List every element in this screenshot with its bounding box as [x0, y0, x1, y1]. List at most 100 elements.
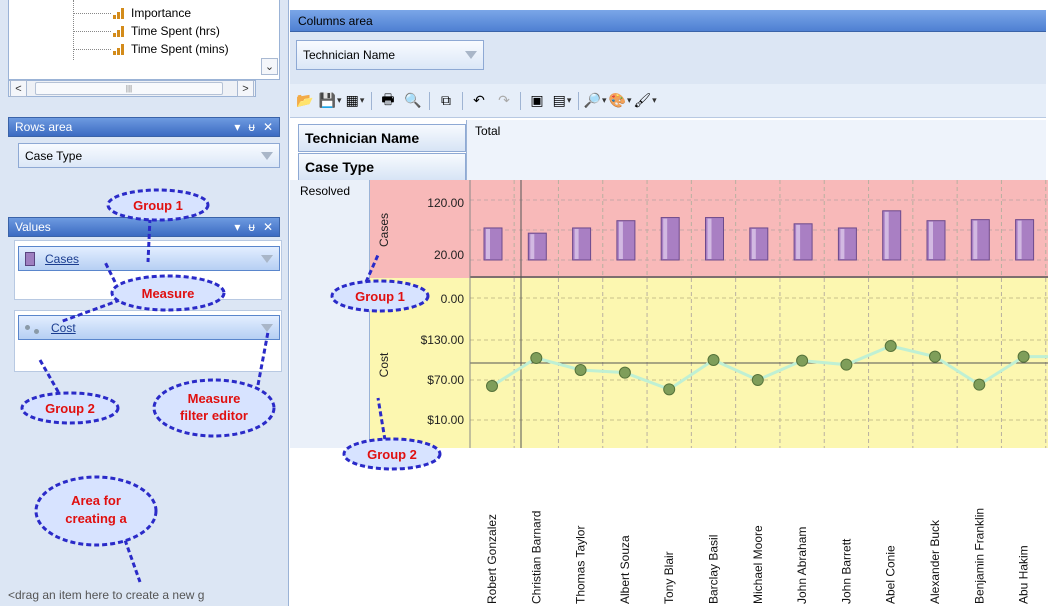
toolbar-separator: [520, 91, 521, 110]
filter-dropdown-icon[interactable]: [465, 51, 477, 59]
row-value-cell: Resolved: [290, 180, 370, 448]
category-label: John Barrett: [839, 538, 853, 604]
measure-cases[interactable]: Cases: [18, 246, 280, 271]
bar-highlight: [884, 211, 889, 259]
scroll-left-button[interactable]: <: [10, 80, 27, 97]
toolbar-separator: [578, 91, 579, 110]
pivot-chart: 120.00 20.00 Cases 0.00 $130.00 $70.00 $10.00 C…: [370, 180, 1048, 606]
measure-cost[interactable]: Cost: [18, 315, 280, 340]
columns-field-technician-name[interactable]: Technician Name: [296, 40, 484, 70]
filter-dropdown-icon[interactable]: [261, 323, 273, 332]
cost-axis-tick-label: $70.00: [427, 373, 464, 387]
header-label: Case Type: [305, 159, 374, 175]
scrollbar-thumb[interactable]: |||: [35, 82, 223, 95]
tree-item-label: Time Spent (hrs): [131, 24, 220, 38]
rows-area-header: Rows area ▾ ᵾ ✕: [8, 117, 280, 137]
measure-label[interactable]: Cost: [51, 321, 76, 335]
save-icon[interactable]: 💾: [319, 92, 339, 110]
row-header-case-type[interactable]: Case Type: [298, 153, 466, 181]
redo-icon[interactable]: ↷: [495, 92, 513, 110]
toolbar: 📂 💾 ▦ 🖶 🔍 ⧉ ↶ ↷ ▣ ▤ 🔎 🎨 🖌: [290, 84, 1046, 118]
bar-highlight: [530, 234, 535, 259]
table-layout-icon[interactable]: ▤: [553, 92, 571, 110]
rows-area-title: Rows area: [15, 120, 73, 134]
filter-dropdown-icon[interactable]: [261, 151, 273, 160]
columns-area-title: Columns area: [298, 13, 373, 28]
undo-icon[interactable]: ↶: [470, 92, 488, 110]
cost-point: [574, 364, 587, 376]
print-preview-icon[interactable]: 🔍: [404, 92, 422, 110]
cost-point: [973, 378, 986, 391]
measure-label[interactable]: Cases: [45, 252, 79, 266]
bar-chart-icon: [113, 25, 125, 37]
category-label: Abel Conie: [884, 545, 898, 604]
tree-item-time-spent-hrs[interactable]: Time Spent (hrs): [9, 22, 220, 40]
field-tree: Importance Time Spent (hrs) Time Spent (…: [8, 0, 280, 80]
bar-highlight: [486, 228, 490, 259]
print-icon[interactable]: 🖶: [379, 91, 397, 110]
bar-highlight: [1017, 220, 1022, 259]
row-value-label: Resolved: [300, 184, 351, 198]
bar-chart-icon: [113, 7, 125, 19]
close-icon[interactable]: ✕: [263, 220, 273, 234]
total-label: Total: [475, 124, 501, 138]
close-icon[interactable]: ✕: [263, 120, 273, 134]
values-area-title: Values: [15, 220, 51, 234]
tree-item-importance[interactable]: Importance: [9, 4, 191, 22]
column-header-technician-name[interactable]: Technician Name: [298, 124, 466, 152]
columns-area-header: Columns area: [290, 10, 1046, 32]
category-label: Barclay Basil: [707, 535, 721, 604]
cost-point: [751, 374, 764, 386]
cases-axis-tick-label: 120.00: [427, 196, 464, 210]
filter-dropdown-icon[interactable]: [261, 254, 273, 263]
chevron-down-icon: ⌄: [264, 61, 275, 73]
bar-chart-icon: [113, 43, 125, 55]
copy-icon[interactable]: ⧉: [437, 92, 455, 110]
zoom-icon[interactable]: 🔎: [584, 92, 604, 110]
open-folder-icon[interactable]: 📂: [296, 92, 314, 110]
category-label: Albert Souza: [618, 535, 632, 604]
field-label: Case Type: [25, 148, 83, 163]
layout-icon[interactable]: ▣: [528, 92, 546, 110]
bar-series-icon: [25, 251, 35, 266]
cost-axis-label: Cost: [377, 352, 391, 377]
category-label: Christian Barnard: [529, 511, 543, 604]
cost-point: [530, 352, 543, 364]
cost-point: [663, 383, 676, 396]
bar-highlight: [840, 228, 845, 259]
appearance-brush-icon[interactable]: 🖌: [633, 92, 654, 110]
horizontal-scrollbar[interactable]: < ||| >: [8, 80, 256, 97]
cases-axis-tick-label: 20.00: [434, 248, 464, 262]
category-label: Benjamin Franklin: [972, 508, 986, 604]
dropdown-arrow-icon[interactable]: ▾: [234, 220, 240, 234]
pin-icon[interactable]: ᵾ: [248, 120, 255, 134]
scroll-right-button[interactable]: >: [237, 80, 254, 97]
drop-hint-text[interactable]: <drag an item here to create a new g: [8, 588, 280, 604]
category-label: John Abraham: [795, 527, 809, 604]
cost-point: [884, 340, 897, 352]
dropdown-arrow-icon[interactable]: ▾: [234, 120, 240, 134]
toolbar-separator: [371, 91, 372, 110]
pin-icon[interactable]: ᵾ: [248, 220, 255, 234]
cost-point: [486, 380, 498, 392]
header-label: Technician Name: [305, 130, 420, 146]
toolbar-separator: [429, 91, 430, 110]
scroll-down-button[interactable]: ⌄: [261, 58, 278, 75]
category-label: Alexander Buck: [928, 519, 942, 604]
field-list-panel: Importance Time Spent (hrs) Time Spent (…: [0, 0, 289, 606]
total-header-cell: Total: [466, 120, 1046, 180]
export-icon[interactable]: ▦: [346, 92, 364, 110]
palette-icon[interactable]: 🎨: [609, 92, 629, 110]
bar-highlight: [929, 221, 933, 259]
rows-area-field-case-type[interactable]: Case Type: [18, 143, 280, 168]
cost-point: [707, 354, 720, 366]
category-label: Thomas Taylor: [574, 526, 588, 604]
values-area-header: Values ▾ ᵾ ✕: [8, 217, 280, 237]
bar-highlight: [973, 220, 978, 259]
chart-svg: 120.00 20.00 Cases 0.00 $130.00 $70.00 $10.00 C…: [370, 180, 1048, 606]
tree-item-time-spent-mins[interactable]: Time Spent (mins): [9, 40, 229, 58]
cost-axis-tick-label: $130.00: [421, 333, 465, 347]
tree-item-label: Time Spent (mins): [131, 42, 229, 56]
bar-highlight: [618, 221, 623, 259]
bar-highlight: [796, 224, 801, 259]
